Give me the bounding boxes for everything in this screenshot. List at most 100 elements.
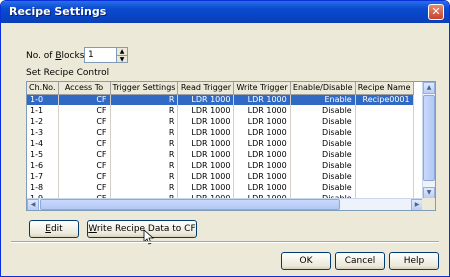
table-cell[interactable]	[355, 160, 414, 171]
table-cell[interactable]: Disable	[290, 149, 356, 160]
blocks-value[interactable]: 1	[88, 50, 94, 60]
table-cell[interactable]: R	[110, 105, 179, 116]
table-cell[interactable]	[355, 149, 414, 160]
column-header[interactable]: Enable/Disable	[290, 82, 356, 95]
table-cell[interactable]: R	[110, 127, 179, 138]
table-cell[interactable]: 1-4	[27, 138, 59, 149]
stepper-buttons[interactable]: ▲ ▼	[116, 48, 127, 63]
table-cell[interactable]: LDR 1000	[177, 116, 235, 127]
vertical-scrollbar[interactable]: ▲ ▼	[422, 82, 435, 199]
close-button[interactable]: ✕	[428, 4, 444, 20]
table-row[interactable]: 1-0 CF R LDR 1000 LDR 1000 Enable Recipe0001	[27, 94, 414, 105]
table-row[interactable]: 1-6 CF R LDR 1000 LDR 1000 Disable	[27, 160, 414, 171]
table-row[interactable]: 1-4 CF R LDR 1000 LDR 1000 Disable	[27, 138, 414, 149]
table-cell[interactable]: Disable	[290, 160, 356, 171]
table-cell[interactable]: LDR 1000	[177, 127, 235, 138]
table-cell[interactable]: LDR 1000	[233, 105, 291, 116]
table-cell[interactable]: R	[110, 116, 179, 127]
table-cell[interactable]	[355, 127, 414, 138]
table-cell[interactable]: LDR 1000	[177, 105, 235, 116]
help-button[interactable]: Help	[389, 252, 439, 270]
table-cell[interactable]: 1-6	[27, 160, 59, 171]
column-header[interactable]: Ch.No.	[27, 82, 59, 95]
table-cell[interactable]: LDR 1000	[233, 116, 291, 127]
table-cell[interactable]: LDR 1000	[177, 149, 235, 160]
table-cell[interactable]: 1-2	[27, 116, 59, 127]
table-cell[interactable]: LDR 1000	[233, 94, 291, 105]
table-cell[interactable]: LDR 1000	[233, 160, 291, 171]
write-recipe-data-button[interactable]: Write Recipe Data to CF	[87, 220, 197, 238]
column-header[interactable]: Read Trigger	[177, 82, 235, 95]
title-bar[interactable]: Recipe Settings ✕	[1, 1, 449, 23]
table-cell[interactable]: 1-7	[27, 171, 59, 182]
table-cell[interactable]: CF	[58, 160, 111, 171]
table-cell[interactable]: 1-3	[27, 127, 59, 138]
table-cell[interactable]: CF	[58, 105, 111, 116]
column-header[interactable]: Recipe Name	[355, 82, 414, 95]
table-cell[interactable]	[355, 105, 414, 116]
table-row[interactable]: 1-8 CF R LDR 1000 LDR 1000 Disable	[27, 182, 414, 193]
table-cell[interactable]: LDR 1000	[233, 149, 291, 160]
ok-button[interactable]: OK	[281, 252, 331, 270]
table-row[interactable]: 1-7 CF R LDR 1000 LDR 1000 Disable	[27, 171, 414, 182]
edit-button[interactable]: Edit	[29, 220, 79, 238]
scroll-left-icon[interactable]: ◀	[27, 199, 39, 210]
spin-up-arrow-icon[interactable]: ▲	[117, 48, 127, 55]
table-cell[interactable]: CF	[58, 127, 111, 138]
table-cell[interactable]	[355, 171, 414, 182]
scroll-up-icon[interactable]: ▲	[423, 82, 435, 94]
edit-label: dit	[50, 224, 63, 234]
table-cell[interactable]	[355, 138, 414, 149]
spin-down-arrow-icon[interactable]: ▼	[117, 55, 127, 63]
table-cell[interactable]: Disable	[290, 105, 356, 116]
table-cell[interactable]: R	[110, 94, 179, 105]
table-cell[interactable]: 1-0	[27, 94, 59, 105]
table-cell[interactable]: LDR 1000	[177, 171, 235, 182]
table-cell[interactable]: CF	[58, 116, 111, 127]
table-cell[interactable]: Disable	[290, 127, 356, 138]
table-cell[interactable]: CF	[58, 138, 111, 149]
table-cell[interactable]: LDR 1000	[177, 182, 235, 193]
vertical-scroll-thumb[interactable]	[423, 95, 435, 181]
table-cell[interactable]: 1-8	[27, 182, 59, 193]
table-cell[interactable]: 1-5	[27, 149, 59, 160]
table-cell[interactable]: CF	[58, 94, 111, 105]
column-header[interactable]: Trigger Settings	[110, 82, 179, 95]
table-cell[interactable]: R	[110, 149, 179, 160]
table-row[interactable]: 1-2 CF R LDR 1000 LDR 1000 Disable	[27, 116, 414, 127]
table-cell[interactable]: LDR 1000	[233, 171, 291, 182]
table-cell[interactable]	[355, 182, 414, 193]
table-cell[interactable]: LDR 1000	[233, 182, 291, 193]
column-header[interactable]: Access To	[58, 82, 111, 95]
table-cell[interactable]: CF	[58, 149, 111, 160]
recipe-table[interactable]: Ch.No. Access To Trigger Settings Read Trig…	[26, 81, 436, 211]
table-cell[interactable]: Disable	[290, 182, 356, 193]
cancel-button[interactable]: Cancel	[335, 252, 385, 270]
horizontal-scroll-thumb[interactable]	[40, 199, 340, 210]
table-cell[interactable]: LDR 1000	[233, 138, 291, 149]
scroll-corner	[422, 198, 435, 210]
column-header[interactable]: Write Trigger	[233, 82, 291, 95]
table-row[interactable]: 1-5 CF R LDR 1000 LDR 1000 Disable	[27, 149, 414, 160]
table-cell[interactable]: Enable	[290, 94, 356, 105]
table-cell[interactable]: R	[110, 171, 179, 182]
table-row[interactable]: 1-1 CF R LDR 1000 LDR 1000 Disable	[27, 105, 414, 116]
table-cell[interactable]: Disable	[290, 116, 356, 127]
table-cell[interactable]: R	[110, 182, 179, 193]
table-cell[interactable]: Disable	[290, 171, 356, 182]
table-cell[interactable]	[355, 116, 414, 127]
table-cell[interactable]: LDR 1000	[177, 160, 235, 171]
table-cell[interactable]: LDR 1000	[177, 94, 235, 105]
table-row[interactable]: 1-3 CF R LDR 1000 LDR 1000 Disable	[27, 127, 414, 138]
table-cell[interactable]: 1-1	[27, 105, 59, 116]
horizontal-scrollbar[interactable]: ◀ ▶	[27, 198, 423, 210]
table-cell[interactable]: R	[110, 138, 179, 149]
table-cell[interactable]: LDR 1000	[233, 127, 291, 138]
blocks-stepper[interactable]: 1 ▲ ▼	[84, 47, 128, 63]
table-cell[interactable]: CF	[58, 182, 111, 193]
table-cell[interactable]: CF	[58, 171, 111, 182]
table-cell[interactable]: R	[110, 160, 179, 171]
table-cell[interactable]: Disable	[290, 138, 356, 149]
table-cell[interactable]: LDR 1000	[177, 138, 235, 149]
table-cell[interactable]: Recipe0001	[355, 94, 414, 105]
